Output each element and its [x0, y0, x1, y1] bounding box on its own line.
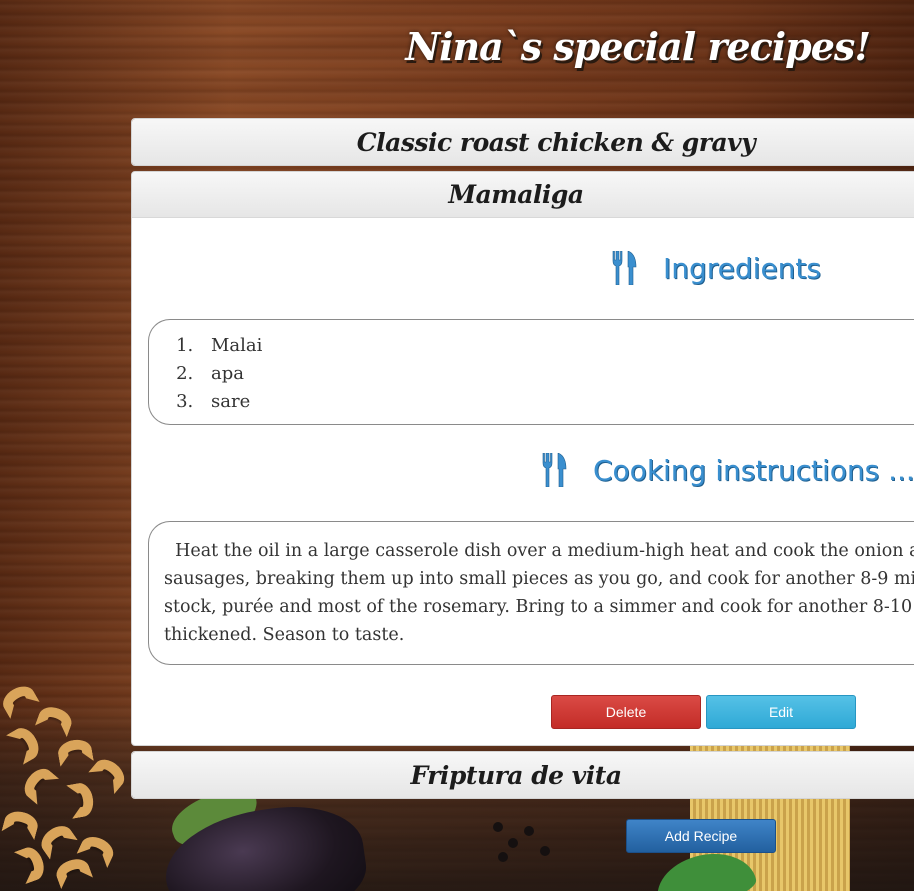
list-item: sare — [199, 388, 914, 416]
recipe-panel: Classic roast chicken & gravy — [131, 118, 914, 166]
ingredients-box: Malai apa sare — [148, 319, 914, 425]
fork-knife-icon — [611, 251, 639, 285]
instructions-line: thickened. Season to taste. — [164, 625, 405, 645]
recipe-header-mamaliga[interactable]: Mamaliga — [132, 172, 914, 218]
recipe-header-classic-roast-chicken[interactable]: Classic roast chicken & gravy — [132, 119, 914, 165]
ingredients-heading: Ingredients — [611, 251, 821, 285]
ingredients-heading-label: Ingredients — [663, 251, 821, 285]
add-recipe-button[interactable]: Add Recipe — [626, 819, 776, 853]
recipe-panel: Friptura de vita — [131, 751, 914, 799]
edit-button[interactable]: Edit — [706, 695, 856, 729]
fork-knife-icon — [541, 453, 569, 487]
recipe-title: Friptura de vita — [410, 760, 622, 790]
instructions-text: Heat the oil in a large casserole dish o… — [149, 522, 914, 649]
ingredients-list: Malai apa sare — [149, 320, 914, 416]
instructions-line: stock, purée and most of the rosemary. B… — [164, 597, 913, 617]
instructions-line: Heat the oil in a large casserole dish o… — [164, 541, 914, 561]
instructions-box: Heat the oil in a large casserole dish o… — [148, 521, 914, 665]
site-title: Nina`s special recipes! — [405, 24, 871, 69]
list-item: Malai — [199, 332, 914, 360]
instructions-line: sausages, breaking them up into small pi… — [164, 569, 914, 589]
recipe-body: Ingredients Malai apa sare — [132, 218, 914, 745]
recipes-accordion: Classic roast chicken & gravy Mamaliga I… — [131, 118, 914, 804]
instructions-heading-label: Cooking instructions ... — [593, 453, 914, 487]
instructions-heading: Cooking instructions ... — [541, 453, 914, 487]
list-item: apa — [199, 360, 914, 388]
recipe-title: Mamaliga — [448, 180, 584, 209]
recipe-panel: Mamaliga Ingredients Malai apa s — [131, 171, 914, 746]
recipe-header-friptura-de-vita[interactable]: Friptura de vita — [132, 752, 914, 798]
recipe-title: Classic roast chicken & gravy — [356, 127, 756, 157]
delete-button[interactable]: Delete — [551, 695, 701, 729]
